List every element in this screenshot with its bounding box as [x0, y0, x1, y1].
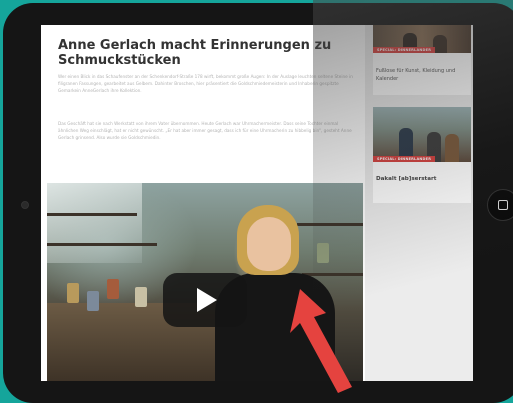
card-title[interactable]: Fußlose für Kunst, Kleidung und Kalender: [376, 67, 468, 83]
tool: [317, 243, 329, 263]
tool: [107, 279, 119, 299]
window-light: [47, 183, 142, 263]
card-tag: SPECIAL: DINNERLANDER: [373, 156, 436, 162]
tool: [135, 287, 147, 307]
shelf: [47, 213, 137, 216]
tool: [67, 283, 79, 303]
red-arrow-icon: [290, 289, 352, 393]
home-button-icon: [498, 200, 508, 210]
shelf: [297, 223, 363, 226]
article-paragraph-1: Wer einen Blick in das Schaufenster an d…: [58, 74, 353, 93]
figure: [445, 134, 459, 162]
sidebar: SPECIAL: DINNERLANDER Fußlose für Kunst,…: [371, 25, 473, 381]
tablet-bezel: Anne Gerlach macht Erinnerungen zu Schmu…: [3, 3, 513, 403]
sidebar-card[interactable]: SPECIAL: DINNERLANDER Fußlose für Kunst,…: [373, 25, 471, 95]
shelf: [47, 243, 157, 246]
sidebar-card[interactable]: SPECIAL: DINNERLANDER Dakalt [ab]serstar…: [373, 107, 471, 203]
play-icon: [197, 288, 217, 312]
card-title[interactable]: Dakalt [ab]serstart: [376, 175, 468, 183]
person-face: [247, 217, 291, 271]
card-thumbnail: [373, 107, 471, 162]
play-button[interactable]: [163, 273, 247, 327]
tablet-screen: Anne Gerlach macht Erinnerungen zu Schmu…: [41, 25, 473, 381]
camera-icon: [21, 201, 29, 209]
home-button[interactable]: [487, 189, 513, 221]
article-title: Anne Gerlach macht Erinnerungen zu Schmu…: [58, 38, 332, 68]
article-paragraph-2: Das Geschäft hat sie nach Werkstatt von …: [58, 121, 352, 140]
card-tag: SPECIAL: DINNERLANDER: [373, 47, 436, 53]
tool: [87, 291, 99, 311]
